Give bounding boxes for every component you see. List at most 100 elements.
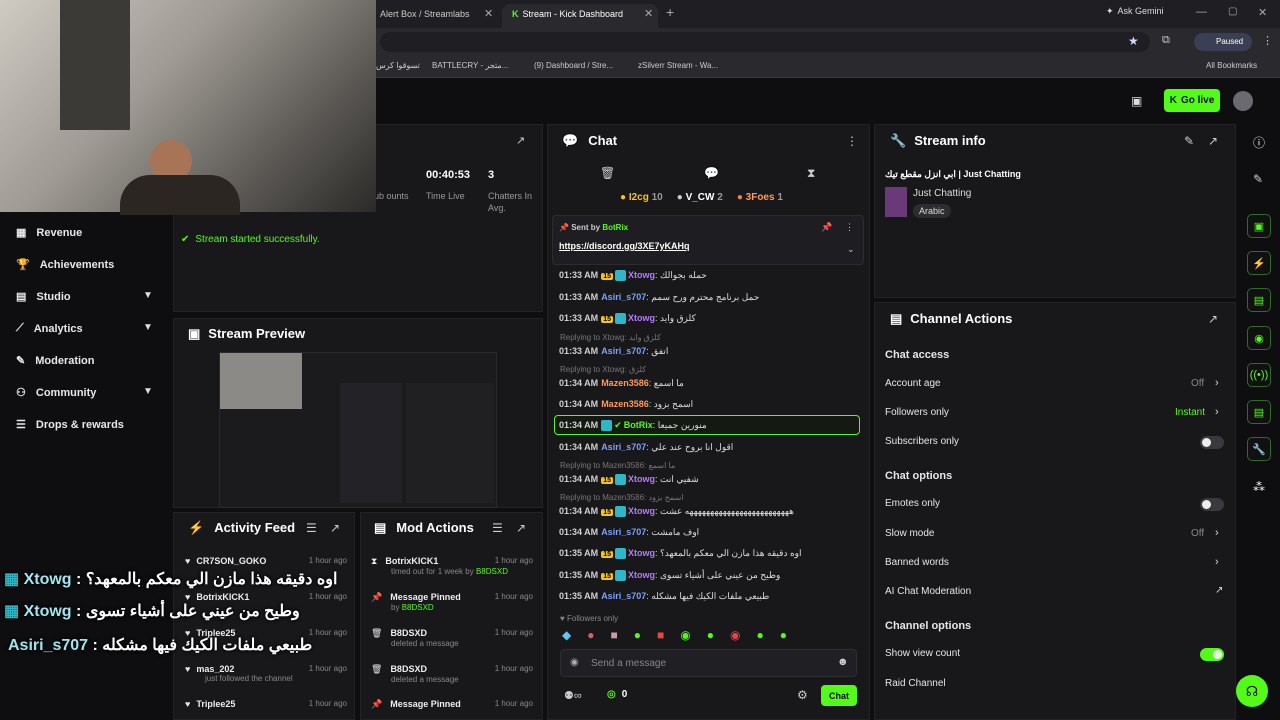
edit-pencil-icon[interactable]: ✎ <box>1253 172 1263 186</box>
ask-gemini-button[interactable]: ✦ Ask Gemini <box>1106 6 1164 17</box>
sidebar-item-achievements[interactable]: 🏆 Achievements <box>16 258 114 272</box>
emote-icon[interactable]: ● <box>780 628 787 642</box>
sidebar-item-moderation[interactable]: ✎ Moderation <box>16 354 95 368</box>
filter-icon[interactable]: ☰ <box>306 521 317 535</box>
chat-message[interactable]: 01:35 AM 15 Xtowg: وطيح من عيني على أشياء … <box>559 570 780 582</box>
chevron-right-icon[interactable]: › <box>1215 377 1219 389</box>
maximize-icon[interactable]: ▢ <box>1228 6 1237 17</box>
chat-message[interactable]: 01:34 AM Asiri_s707: اوف مامشت <box>559 527 699 538</box>
emote-icon[interactable]: ● <box>634 628 641 642</box>
avatar[interactable] <box>1233 91 1253 111</box>
chevron-down-icon[interactable]: ▼ <box>143 322 153 333</box>
raid-channel-label[interactable]: Raid Channel <box>885 678 946 689</box>
chevron-down-icon[interactable]: ▼ <box>143 386 153 397</box>
emotes-only-toggle[interactable] <box>1200 498 1224 511</box>
rail-button-activity[interactable]: ⚡ <box>1247 251 1271 275</box>
unpin-icon[interactable]: 📌 <box>821 222 832 233</box>
emote-icon[interactable]: ◉ <box>730 628 740 642</box>
message-user[interactable]: Xtowg <box>628 548 655 558</box>
chat-message[interactable]: 01:34 AM 15 Xtowg: ههههههههههههههههههههههه… <box>559 506 859 518</box>
trash-icon[interactable]: 🗑 <box>600 166 615 180</box>
account-age-label[interactable]: Account age <box>885 378 941 389</box>
chat-message[interactable]: 01:33 AM 15 Xtowg: حمله بجوالك <box>559 270 707 282</box>
chat-message[interactable]: 01:33 AM 15 Xtowg: كلزق وايد <box>559 313 696 325</box>
sidebar-item-analytics[interactable]: ⟋ Analytics <box>16 322 83 335</box>
menu-kebab-icon[interactable]: ⋮ <box>845 222 854 233</box>
mod-action-by[interactable]: B8DSXD <box>476 567 508 576</box>
users-icon[interactable]: ⚉∞ <box>564 689 582 702</box>
stream-preview-video[interactable] <box>219 352 497 508</box>
close-icon[interactable]: ✕ <box>644 7 653 20</box>
rail-button-mod[interactable]: ▤ <box>1247 288 1271 312</box>
rail-button-broadcast[interactable]: ((•)) <box>1247 363 1271 387</box>
leader-item[interactable]: ● 3Foes 1 <box>737 192 783 203</box>
all-bookmarks[interactable]: All Bookmarks <box>1206 61 1257 70</box>
message-user[interactable]: Xtowg <box>628 313 655 323</box>
emote-icon[interactable]: ● <box>756 628 763 642</box>
popout-icon[interactable]: ↗ <box>516 521 526 535</box>
chat-message[interactable]: 01:34 AM Asiri_s707: اقول انا بروح عند عل… <box>559 442 733 453</box>
sidebar-item-revenue[interactable]: ▦ Revenue <box>16 226 82 240</box>
message-user[interactable]: Mazen3586 <box>601 399 649 409</box>
emote-icon[interactable]: ◉ <box>680 628 690 642</box>
show-view-count-toggle[interactable] <box>1200 648 1224 661</box>
close-icon[interactable]: ✕ <box>484 7 493 20</box>
chat-message[interactable]: 01:34 AM 15 Xtowg: شفيي انت <box>559 474 699 486</box>
window-close-icon[interactable]: ✕ <box>1258 6 1267 19</box>
url-field[interactable] <box>380 32 1150 52</box>
rail-button-chat[interactable]: ◉ <box>1247 326 1271 350</box>
hourglass-icon[interactable]: ⧗ <box>807 166 815 181</box>
emote-icon[interactable]: ■ <box>610 628 617 642</box>
message-user[interactable]: BotRix <box>624 420 653 430</box>
emote-icon[interactable]: ■ <box>657 628 664 642</box>
chat-input[interactable]: ◉ Send a message ☻ <box>560 649 857 677</box>
stream-category[interactable]: Just Chatting <box>913 188 971 199</box>
chevron-right-icon[interactable]: › <box>1215 527 1219 539</box>
popout-icon[interactable]: ↗ <box>330 521 340 535</box>
popout-icon[interactable]: ↗ <box>1208 134 1218 148</box>
info-icon[interactable]: ⓘ <box>1253 134 1265 151</box>
message-user[interactable]: Xtowg <box>628 570 655 580</box>
filter-icon[interactable]: ☰ <box>492 521 503 535</box>
pinned-link[interactable]: https://discord.gg/3XE7yKAHq <box>559 241 690 251</box>
rail-button-stream-info[interactable]: 🔧 <box>1247 437 1271 461</box>
followers-only-label[interactable]: Followers only <box>885 407 949 418</box>
tab-kick-dashboard[interactable]: K Stream - Kick Dashboard <box>502 4 658 28</box>
chat-message[interactable]: 01:34 AM Mazen3586: ما اسمع <box>559 378 684 389</box>
send-chat-button[interactable]: Chat <box>821 685 857 706</box>
sidebar-item-community[interactable]: ⚇ Community <box>16 386 96 400</box>
rail-button-scene[interactable]: ▣ <box>1247 214 1271 238</box>
go-live-button[interactable]: K Go live <box>1164 89 1220 112</box>
slow-mode-label[interactable]: Slow mode <box>885 528 934 539</box>
leader-item[interactable]: ● I2cg 10 <box>620 192 663 203</box>
message-user[interactable]: Xtowg <box>628 270 655 280</box>
support-chat-button[interactable]: ☊ <box>1236 675 1268 707</box>
emote-icon[interactable]: ● <box>707 628 714 642</box>
message-user[interactable]: Asiri_s707 <box>601 442 646 452</box>
chat-message[interactable]: 01:34 AM ✔ BotRix: منورين جميعا <box>559 420 707 432</box>
emoji-picker-icon[interactable]: ☻ <box>837 656 849 668</box>
emote-icon[interactable]: ◆ <box>562 628 571 642</box>
rail-button-channel-actions[interactable]: ▤ <box>1247 400 1271 424</box>
pinned-user[interactable]: BotRix <box>602 223 628 232</box>
chevron-down-icon[interactable]: ▼ <box>143 290 153 301</box>
chat-message[interactable]: 01:35 AM 15 Xtowg: اوه دقيقه هذا مازن الي … <box>559 548 802 560</box>
subscribers-only-toggle[interactable] <box>1200 436 1224 449</box>
external-link-icon[interactable]: ↗ <box>1215 585 1223 596</box>
chevron-down-icon[interactable]: ⌄ <box>847 244 855 255</box>
menu-kebab-icon[interactable]: ⋮ <box>846 134 858 148</box>
bookmark-item[interactable]: BATTLECRY - متجر... <box>432 61 508 70</box>
activity-user[interactable]: CR7SON_GOKO <box>196 556 266 566</box>
ai-moderation-label[interactable]: AI Chat Moderation <box>885 586 971 597</box>
popout-icon[interactable]: ↗ <box>516 134 525 147</box>
message-user[interactable]: Xtowg <box>628 474 655 484</box>
chat-message[interactable]: 01:33 AM Asiri_s707: حمل برنامج محترم ورح… <box>559 292 759 303</box>
message-user[interactable]: Mazen3586 <box>601 378 649 388</box>
studio-mode-icon[interactable]: ▣ <box>1131 94 1142 108</box>
extensions-icon[interactable]: ⧉ <box>1162 34 1170 47</box>
community-icon[interactable]: ⁂ <box>1253 480 1265 494</box>
channel-points[interactable]: ◎ 0 <box>607 689 627 700</box>
chat-message[interactable]: 01:34 AM Mazen3586: اسمح بزود <box>559 399 693 410</box>
gear-icon[interactable]: ⚙ <box>797 688 808 702</box>
message-user[interactable]: Asiri_s707 <box>601 292 646 302</box>
